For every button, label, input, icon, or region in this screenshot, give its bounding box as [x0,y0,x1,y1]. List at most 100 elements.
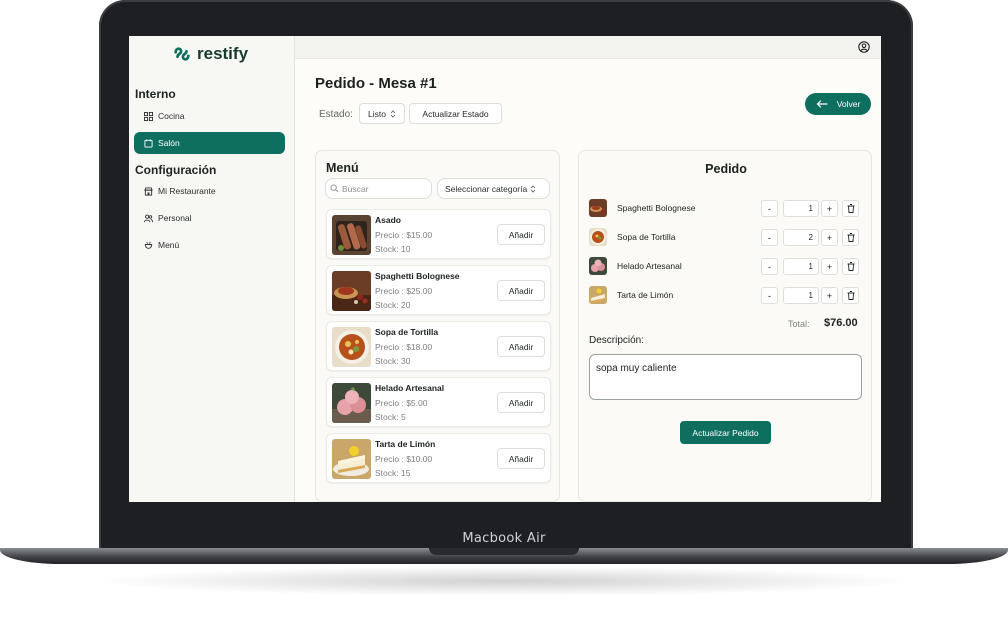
menu-item-card: Spaghetti Bolognese Precio : $25.00 Stoc… [326,265,551,315]
back-button[interactable]: Volver [805,93,871,115]
item-price: Precio : $15.00 [375,230,433,240]
item-stock: Stock: 15 [375,468,411,478]
decrease-button[interactable]: - [761,229,778,246]
decrease-button[interactable]: - [761,287,778,304]
sidebar-item-label: Menú [158,240,180,250]
category-select-label: Seleccionar categoría [445,183,528,194]
sidebar-item-label: Salón [158,138,180,148]
sidebar-item-label: Mi Restaurante [158,186,216,196]
spaghetti-thumbnail [332,271,371,311]
laptop-notch [429,548,579,555]
decrease-button[interactable]: - [761,258,778,275]
category-select[interactable]: Seleccionar categoría [437,178,550,199]
add-button[interactable]: Añadir [497,392,545,413]
status-select[interactable]: Listo [359,103,405,124]
menu-item-card: Helado Artesanal Precio : $5.00 Stock: 5… [326,377,551,427]
order-row: Sopa de Tortilla - + [589,227,863,247]
tarta-thumbnail [332,439,371,479]
brand-name: restify [197,44,249,63]
menu-panel: Menú Seleccionar categoría Asado Precio … [315,150,560,502]
sidebar: restify Interno Cocina Salón Configuraci… [129,36,295,502]
quantity-input[interactable] [783,287,819,304]
increase-button[interactable]: + [821,229,838,246]
spaghetti-thumbnail [589,199,607,217]
description-field[interactable]: sopa muy caliente [589,354,862,400]
update-status-button[interactable]: Actualizar Estado [409,103,502,124]
search-input[interactable] [325,178,432,199]
sidebar-item-label: Cocina [158,111,185,121]
sidebar-item-cocina[interactable]: Cocina [134,105,285,127]
section-title-configuracion: Configuración [135,163,217,177]
chevron-updown-icon [390,109,396,118]
menu-icon [144,241,153,249]
item-stock: Stock: 5 [375,412,406,422]
item-price: Precio : $10.00 [375,454,433,464]
add-button[interactable]: Añadir [497,280,545,301]
chevron-updown-icon [530,184,536,193]
increase-button[interactable]: + [821,287,838,304]
trash-icon[interactable] [842,258,859,275]
arrow-left-icon [816,100,828,108]
item-price: Precio : $18.00 [375,342,433,352]
total-value: $76.00 [824,317,858,329]
item-name: Spaghetti Bolognese [375,271,460,281]
users-icon [144,214,153,222]
sopa-thumbnail [332,327,371,367]
item-price: Precio : $5.00 [375,398,428,408]
back-button-label: Volver [836,99,861,109]
menu-item-card: Tarta de Limón Precio : $10.00 Stock: 15… [326,433,551,483]
description-label: Descripción: [589,335,645,346]
app-screen: restify Interno Cocina Salón Configuraci… [129,36,881,502]
page-title: Pedido - Mesa #1 [315,75,437,92]
increase-button[interactable]: + [821,200,838,217]
add-button[interactable]: Añadir [497,448,545,469]
item-stock: Stock: 20 [375,300,411,310]
order-item-name: Sopa de Tortilla [617,232,676,242]
sidebar-item-mi-restaurante[interactable]: Mi Restaurante [134,180,285,202]
search-icon [330,184,339,193]
update-order-button[interactable]: Actualizar Pedido [680,421,771,444]
quantity-input[interactable] [783,229,819,246]
order-item-name: Spaghetti Bolognese [617,203,696,213]
helado-thumbnail [332,383,371,423]
increase-button[interactable]: + [821,258,838,275]
sidebar-item-salon[interactable]: Salón [134,132,285,154]
add-button[interactable]: Añadir [497,336,545,357]
add-button[interactable]: Añadir [497,224,545,245]
menu-item-card: Sopa de Tortilla Precio : $18.00 Stock: … [326,321,551,371]
section-title-interno: Interno [135,87,176,101]
laptop-shadow [90,566,920,596]
quantity-input[interactable] [783,200,819,217]
trash-icon[interactable] [842,229,859,246]
device-label: Macbook Air [462,531,546,546]
menu-title: Menú [326,161,359,175]
brand[interactable]: restify [173,44,248,64]
order-row: Spaghetti Bolognese - + [589,198,863,218]
sidebar-item-menu[interactable]: Menú [134,234,285,256]
order-row: Tarta de Limón - + [589,285,863,305]
decrease-button[interactable]: - [761,200,778,217]
menu-item-card: Asado Precio : $15.00 Stock: 10 Añadir [326,209,551,259]
item-price: Precio : $25.00 [375,286,433,296]
order-title: Pedido [705,162,747,176]
trash-icon[interactable] [842,200,859,217]
helado-thumbnail [589,257,607,275]
item-name: Tarta de Limón [375,439,436,449]
quantity-input[interactable] [783,258,819,275]
status-value: Listo [368,108,386,119]
table-icon [144,138,153,148]
item-stock: Stock: 10 [375,244,411,254]
user-circle-icon[interactable] [858,41,870,53]
sopa-thumbnail [589,228,607,246]
order-item-name: Helado Artesanal [617,261,682,271]
status-label: Estado: [319,109,353,120]
item-name: Sopa de Tortilla [375,327,439,337]
sidebar-item-label: Personal [158,213,192,223]
total-label: Total: [788,319,810,329]
tarta-thumbnail [589,286,607,304]
item-stock: Stock: 30 [375,356,411,366]
topbar [295,36,881,59]
trash-icon[interactable] [842,287,859,304]
sidebar-item-personal[interactable]: Personal [134,207,285,229]
restify-logo-icon [174,47,190,61]
